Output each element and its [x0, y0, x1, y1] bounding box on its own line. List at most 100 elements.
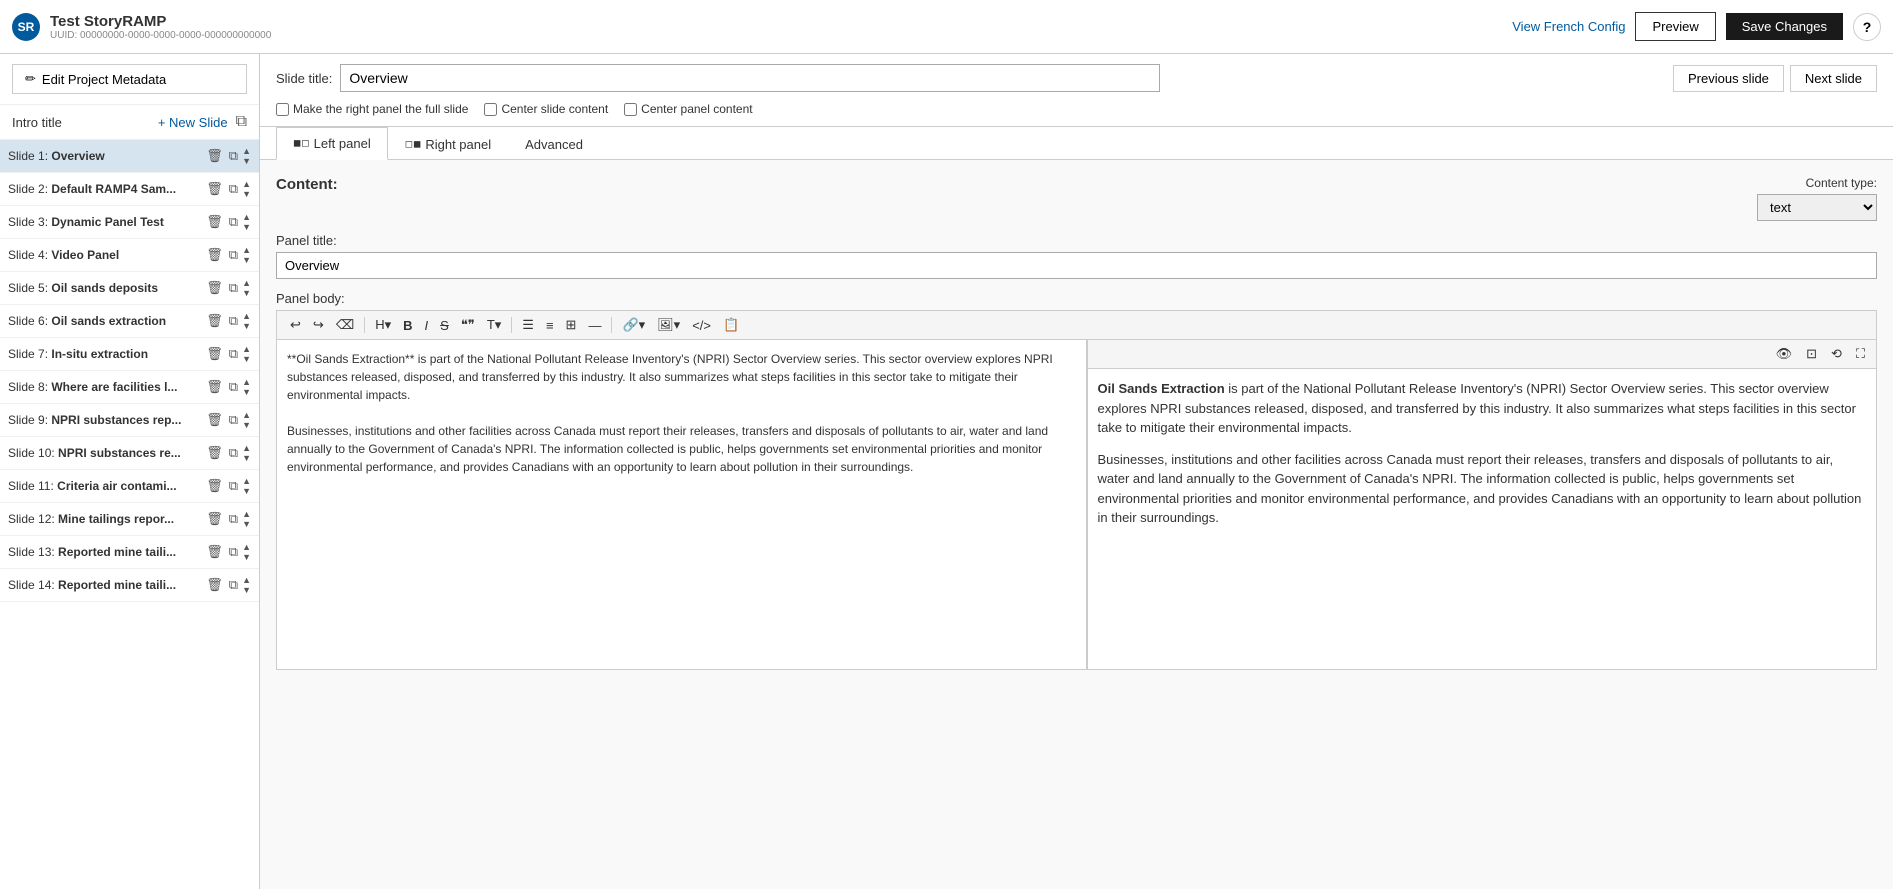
move-down-button[interactable]: ▼ [242, 420, 251, 430]
ordered-list-button[interactable]: ≡ [541, 316, 559, 335]
preview-button[interactable]: Preview [1635, 12, 1715, 41]
copy-icon[interactable]: ⧉ [236, 113, 247, 131]
slide-item[interactable]: Slide 7: In-situ extraction 🗑 ⧉ ▲ ▼ [0, 338, 259, 371]
delete-slide-button[interactable]: 🗑 [204, 279, 225, 297]
delete-slide-button[interactable]: 🗑 [204, 510, 225, 528]
move-down-button[interactable]: ▼ [242, 288, 251, 298]
panel-title-input[interactable] [276, 252, 1877, 279]
delete-slide-button[interactable]: 🗑 [204, 246, 225, 264]
slide-item[interactable]: Slide 8: Where are facilities l... 🗑 ⧉ ▲… [0, 371, 259, 404]
editor-pane[interactable]: **Oil Sands Extraction** is part of the … [277, 340, 1087, 669]
slide-item[interactable]: Slide 5: Oil sands deposits 🗑 ⧉ ▲ ▼ [0, 272, 259, 305]
table-button[interactable]: ⊞ [561, 315, 582, 335]
move-down-button[interactable]: ▼ [242, 354, 251, 364]
delete-slide-button[interactable]: 🗑 [204, 378, 225, 396]
center-slide-checkbox[interactable] [484, 103, 497, 116]
move-up-button[interactable]: ▲ [242, 542, 251, 552]
move-up-button[interactable]: ▲ [242, 146, 251, 156]
slide-item[interactable]: Slide 13: Reported mine taili... 🗑 ⧉ ▲ ▼ [0, 536, 259, 569]
copy-slide-button[interactable]: ⧉ [227, 576, 240, 594]
move-up-button[interactable]: ▲ [242, 575, 251, 585]
delete-slide-button[interactable]: 🗑 [204, 411, 225, 429]
image-button[interactable]: 🖼▾ [652, 315, 685, 335]
move-up-button[interactable]: ▲ [242, 443, 251, 453]
slide-item[interactable]: Slide 4: Video Panel 🗑 ⧉ ▲ ▼ [0, 239, 259, 272]
copy-slide-button[interactable]: ⧉ [227, 345, 240, 363]
strikethrough-button[interactable]: S [435, 316, 454, 335]
delete-slide-button[interactable]: 🗑 [204, 180, 225, 198]
move-down-button[interactable]: ▼ [242, 552, 251, 562]
preview-expand-button[interactable]: ⊡ [1801, 344, 1822, 364]
move-down-button[interactable]: ▼ [242, 189, 251, 199]
bullet-list-button[interactable]: ☰ [517, 315, 539, 335]
link-button[interactable]: 🔗▾ [617, 315, 650, 335]
move-up-button[interactable]: ▲ [242, 410, 251, 420]
delete-slide-button[interactable]: 🗑 [204, 543, 225, 561]
move-up-button[interactable]: ▲ [242, 278, 251, 288]
delete-slide-button[interactable]: 🗑 [204, 444, 225, 462]
rule-button[interactable]: — [583, 316, 606, 335]
move-up-button[interactable]: ▲ [242, 179, 251, 189]
slide-item[interactable]: Slide 9: NPRI substances rep... 🗑 ⧉ ▲ ▼ [0, 404, 259, 437]
slide-item[interactable]: Slide 2: Default RAMP4 Sam... 🗑 ⧉ ▲ ▼ [0, 173, 259, 206]
move-up-button[interactable]: ▲ [242, 377, 251, 387]
move-down-button[interactable]: ▼ [242, 255, 251, 265]
delete-slide-button[interactable]: 🗑 [204, 147, 225, 165]
delete-slide-button[interactable]: 🗑 [204, 576, 225, 594]
move-down-button[interactable]: ▼ [242, 453, 251, 463]
source-button[interactable]: 📋 [718, 315, 744, 335]
text-button[interactable]: T▾ [482, 315, 506, 335]
copy-slide-button[interactable]: ⧉ [227, 147, 240, 165]
tab-advanced[interactable]: Advanced [508, 127, 600, 160]
move-down-button[interactable]: ▼ [242, 486, 251, 496]
move-up-button[interactable]: ▲ [242, 476, 251, 486]
move-down-button[interactable]: ▼ [242, 156, 251, 166]
center-slide-option[interactable]: Center slide content [484, 102, 608, 116]
slide-item[interactable]: Slide 1: Overview 🗑 ⧉ ▲ ▼ [0, 140, 259, 173]
clear-button[interactable]: ⌫ [331, 315, 359, 335]
move-up-button[interactable]: ▲ [242, 311, 251, 321]
preview-rotate-button[interactable]: ⟲ [1826, 344, 1847, 364]
new-slide-button[interactable]: + New Slide [158, 115, 228, 130]
delete-slide-button[interactable]: 🗑 [204, 312, 225, 330]
move-up-button[interactable]: ▲ [242, 245, 251, 255]
move-up-button[interactable]: ▲ [242, 212, 251, 222]
slide-item[interactable]: Slide 11: Criteria air contami... 🗑 ⧉ ▲ … [0, 470, 259, 503]
tab-right-panel[interactable]: ◻◼ Right panel [388, 127, 508, 160]
copy-slide-button[interactable]: ⧉ [227, 444, 240, 462]
copy-slide-button[interactable]: ⧉ [227, 279, 240, 297]
full-slide-option[interactable]: Make the right panel the full slide [276, 102, 468, 116]
copy-slide-button[interactable]: ⧉ [227, 477, 240, 495]
move-down-button[interactable]: ▼ [242, 387, 251, 397]
code-button[interactable]: </> [687, 316, 716, 335]
tab-left-panel[interactable]: ◼◻ Left panel [276, 127, 388, 160]
prev-slide-button[interactable]: Previous slide [1673, 65, 1784, 92]
quote-button[interactable]: ❝❞ [456, 315, 480, 335]
bold-button[interactable]: B [398, 316, 417, 335]
move-down-button[interactable]: ▼ [242, 321, 251, 331]
copy-slide-button[interactable]: ⧉ [227, 312, 240, 330]
help-button[interactable]: ? [1853, 13, 1881, 41]
center-panel-option[interactable]: Center panel content [624, 102, 752, 116]
move-down-button[interactable]: ▼ [242, 585, 251, 595]
delete-slide-button[interactable]: 🗑 [204, 477, 225, 495]
copy-slide-button[interactable]: ⧉ [227, 510, 240, 528]
copy-slide-button[interactable]: ⧉ [227, 213, 240, 231]
copy-slide-button[interactable]: ⧉ [227, 180, 240, 198]
slide-item[interactable]: Slide 12: Mine tailings repor... 🗑 ⧉ ▲ ▼ [0, 503, 259, 536]
slide-item[interactable]: Slide 10: NPRI substances re... 🗑 ⧉ ▲ ▼ [0, 437, 259, 470]
redo-button[interactable]: ↪ [308, 315, 329, 335]
copy-slide-button[interactable]: ⧉ [227, 246, 240, 264]
heading-button[interactable]: H▾ [370, 315, 396, 335]
slide-item[interactable]: Slide 3: Dynamic Panel Test 🗑 ⧉ ▲ ▼ [0, 206, 259, 239]
copy-slide-button[interactable]: ⧉ [227, 411, 240, 429]
slide-item[interactable]: Slide 6: Oil sands extraction 🗑 ⧉ ▲ ▼ [0, 305, 259, 338]
preview-fullscreen-button[interactable]: ⛶ [1851, 344, 1870, 364]
move-down-button[interactable]: ▼ [242, 519, 251, 529]
slide-title-input[interactable] [340, 64, 1160, 92]
undo-button[interactable]: ↩ [285, 315, 306, 335]
copy-slide-button[interactable]: ⧉ [227, 543, 240, 561]
move-down-button[interactable]: ▼ [242, 222, 251, 232]
full-slide-checkbox[interactable] [276, 103, 289, 116]
save-button[interactable]: Save Changes [1726, 13, 1843, 40]
